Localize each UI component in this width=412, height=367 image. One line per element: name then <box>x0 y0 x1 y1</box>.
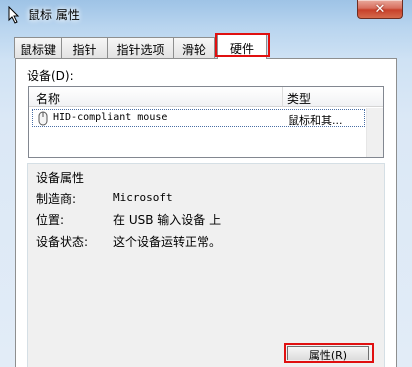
status-value: 这个设备运转正常。 <box>113 235 222 249</box>
properties-button[interactable]: 属性(R) <box>287 346 369 362</box>
list-scrollbar[interactable] <box>366 108 383 157</box>
location-label: 位置: <box>36 213 65 227</box>
title-bar: 鼠标 属性 ✕ <box>0 0 412 30</box>
tab-wheel[interactable]: 滑轮 <box>173 37 215 58</box>
device-list[interactable]: 名称 类型 HID-compliant mouse 鼠标和其... <box>28 86 384 158</box>
tab-hardware[interactable]: 硬件 <box>217 34 267 59</box>
devices-label: 设备(D): <box>27 69 74 83</box>
list-item[interactable]: HID-compliant mouse 鼠标和其... <box>32 109 365 127</box>
tab-pointer-options[interactable]: 指针选项 <box>107 37 174 58</box>
tab-buttons[interactable]: 鼠标键 <box>14 37 62 58</box>
window-title: 鼠标 属性 <box>28 8 80 22</box>
status-label: 设备状态: <box>36 235 89 249</box>
properties-button-label: 属性(R) <box>308 349 348 362</box>
mouse-pointer-icon <box>8 6 20 24</box>
list-header: 名称 类型 <box>29 87 383 107</box>
mouse-device-icon <box>38 111 48 126</box>
manufacturer-label: 制造商: <box>36 192 77 206</box>
tab-pointers[interactable]: 指针 <box>61 37 108 58</box>
close-icon: ✕ <box>374 1 386 17</box>
column-divider[interactable] <box>282 87 283 107</box>
close-button[interactable]: ✕ <box>357 0 403 19</box>
device-type: 鼠标和其... <box>288 114 343 127</box>
location-value: 在 USB 输入设备 上 <box>113 213 222 227</box>
column-header-name[interactable]: 名称 <box>36 90 60 107</box>
manufacturer-value: Microsoft <box>113 191 173 204</box>
device-properties-title: 设备属性 <box>36 171 85 185</box>
device-name: HID-compliant mouse <box>53 112 168 123</box>
device-properties-group <box>27 163 385 367</box>
column-header-type[interactable]: 类型 <box>287 90 311 107</box>
